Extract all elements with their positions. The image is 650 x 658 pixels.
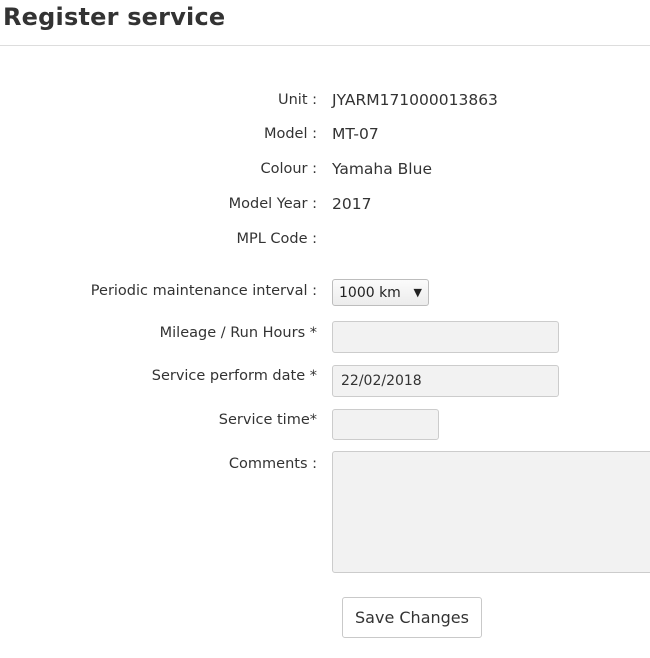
- interval-select-value: 1000 km: [339, 284, 401, 301]
- model-year-label: Model Year :: [228, 196, 317, 212]
- service-time-input[interactable]: [332, 409, 439, 440]
- service-date-input[interactable]: [332, 365, 559, 397]
- comments-label: Comments :: [228, 456, 317, 472]
- colour-label: Colour :: [260, 161, 317, 177]
- model-value: MT-07: [332, 125, 379, 143]
- mileage-input[interactable]: [332, 321, 559, 353]
- chevron-down-icon: ▼: [413, 286, 422, 299]
- model-year-value: 2017: [332, 195, 372, 213]
- mpl-code-label: MPL Code :: [236, 231, 317, 247]
- page-title: Register service: [3, 3, 226, 31]
- interval-select[interactable]: 1000 km ▼: [332, 279, 429, 306]
- interval-label: Periodic maintenance interval :: [90, 283, 317, 299]
- comments-textarea[interactable]: [332, 451, 650, 573]
- colour-value: Yamaha Blue: [332, 160, 432, 178]
- model-label: Model :: [263, 126, 317, 142]
- service-time-label: Service time*: [218, 412, 317, 428]
- title-divider: [0, 45, 650, 46]
- unit-label: Unit :: [277, 92, 317, 108]
- unit-value: JYARM171000013863: [332, 91, 498, 109]
- service-date-label: Service perform date *: [151, 368, 317, 384]
- mileage-label: Mileage / Run Hours *: [159, 325, 317, 341]
- save-changes-button[interactable]: Save Changes: [342, 597, 482, 638]
